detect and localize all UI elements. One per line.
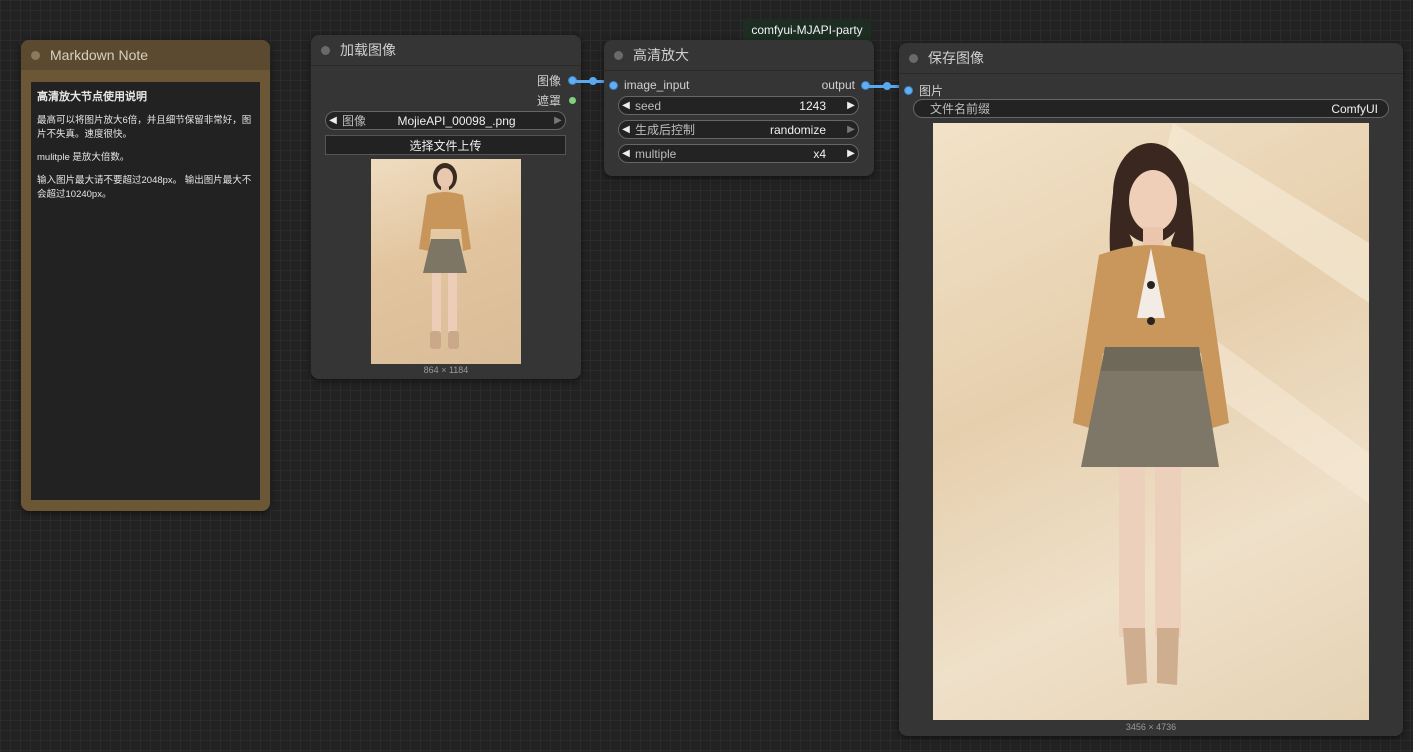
- decrement-arrow-icon[interactable]: ◀: [619, 100, 633, 111]
- upload-button[interactable]: 选择文件上传: [325, 135, 566, 155]
- note-heading: 高清放大节点使用说明: [37, 91, 147, 103]
- output-mask-slot[interactable]: 遮罩: [537, 92, 576, 109]
- image-preview: [371, 159, 521, 364]
- image-select-combo[interactable]: ◀ 图像 MojieAPI_00098_.png ▶: [325, 111, 566, 130]
- group-title: comfyui-MJAPI-party: [751, 22, 863, 37]
- image-combo-value: MojieAPI_00098_.png: [397, 113, 516, 128]
- image-input-label: image_input: [624, 78, 690, 92]
- image-combo-label: 图像: [342, 114, 367, 128]
- load-image-node[interactable]: 加载图像 图像 遮罩 ◀ 图像 MojieAPI_00098_.png ▶ 选择…: [311, 35, 581, 379]
- woman-figure-icon: [1073, 123, 1369, 685]
- prev-arrow-icon[interactable]: ◀: [619, 148, 633, 159]
- upscale-node[interactable]: 高清放大 image_input output ◀ seed 1243 ▶ ◀ …: [604, 40, 874, 176]
- output-image-preview: [933, 123, 1369, 720]
- image-dimensions: 864 × 1184: [423, 365, 469, 375]
- output-mask-label: 遮罩: [536, 94, 561, 108]
- next-arrow-icon[interactable]: ▶: [551, 115, 565, 126]
- link-load-to-upscale[interactable]: [575, 80, 605, 83]
- output-image-slot[interactable]: 图像: [537, 72, 576, 89]
- control-after-generate-widget[interactable]: ◀ 生成后控制 randomize ▶: [618, 120, 859, 139]
- save-image-node[interactable]: 保存图像 图片 文件名前缀 ComfyUI 3456 × 4736: [899, 43, 1403, 736]
- image-input-slot[interactable]: 图片: [905, 82, 943, 99]
- load-image-title: 加载图像: [340, 42, 396, 58]
- note-paragraph: 输入图片最大请不要超过2048px。 输出图片最大不会超过10240px。: [37, 175, 252, 200]
- seed-widget[interactable]: ◀ seed 1243 ▶: [618, 96, 859, 115]
- next-arrow-icon[interactable]: ▶: [844, 124, 858, 135]
- output-dimensions: 3456 × 4736: [1125, 722, 1177, 732]
- markdown-note-body[interactable]: 高清放大节点使用说明 最高可以将图片放大6倍，并且细节保留非常好，图片不失真。速…: [31, 82, 260, 500]
- collapse-dot-icon[interactable]: [909, 53, 918, 63]
- prev-arrow-icon[interactable]: ◀: [619, 124, 633, 135]
- control-value: randomize: [769, 122, 826, 137]
- output-image-label: 图像: [536, 74, 561, 88]
- markdown-note-header[interactable]: Markdown Note: [21, 40, 270, 70]
- multiple-label: multiple: [635, 146, 677, 161]
- seed-label: seed: [635, 98, 662, 113]
- multiple-value: x4: [813, 146, 826, 161]
- collapse-dot-icon[interactable]: [31, 50, 40, 60]
- upload-button-label: 选择文件上传: [409, 138, 482, 153]
- upscale-header[interactable]: 高清放大: [604, 40, 874, 71]
- output-label: output: [821, 78, 855, 92]
- collapse-dot-icon[interactable]: [614, 50, 623, 60]
- upscale-title: 高清放大: [633, 47, 689, 63]
- save-image-header[interactable]: 保存图像: [899, 43, 1403, 74]
- prefix-label: 文件名前缀: [930, 102, 991, 116]
- control-label: 生成后控制: [635, 123, 696, 137]
- filename-prefix-widget[interactable]: 文件名前缀 ComfyUI: [913, 99, 1389, 118]
- group-title-badge[interactable]: comfyui-MJAPI-party: [743, 19, 871, 40]
- output-slot[interactable]: output: [822, 78, 869, 92]
- input-port-icon[interactable]: [905, 87, 912, 94]
- prefix-value: ComfyUI: [1331, 101, 1378, 116]
- image-input-slot[interactable]: image_input: [610, 78, 689, 92]
- input-port-icon[interactable]: [610, 81, 617, 89]
- save-image-title: 保存图像: [928, 50, 984, 66]
- increment-arrow-icon[interactable]: ▶: [844, 100, 858, 111]
- note-paragraph: mulitple 是放大倍数。: [37, 152, 130, 163]
- image-input-label: 图片: [919, 84, 944, 98]
- seed-value: 1243: [799, 98, 826, 113]
- prev-arrow-icon[interactable]: ◀: [326, 115, 340, 126]
- output-port-icon[interactable]: [569, 97, 576, 104]
- markdown-note-title: Markdown Note: [50, 47, 149, 63]
- next-arrow-icon[interactable]: ▶: [844, 148, 858, 159]
- woman-figure-icon: [419, 163, 471, 349]
- note-paragraph: 最高可以将图片放大6倍，并且细节保留非常好，图片不失真。速度很快。: [37, 115, 252, 140]
- collapse-dot-icon[interactable]: [321, 45, 330, 55]
- markdown-note-node[interactable]: Markdown Note 高清放大节点使用说明 最高可以将图片放大6倍，并且细…: [21, 40, 270, 511]
- load-image-header[interactable]: 加载图像: [311, 35, 581, 66]
- multiple-widget[interactable]: ◀ multiple x4 ▶: [618, 144, 859, 163]
